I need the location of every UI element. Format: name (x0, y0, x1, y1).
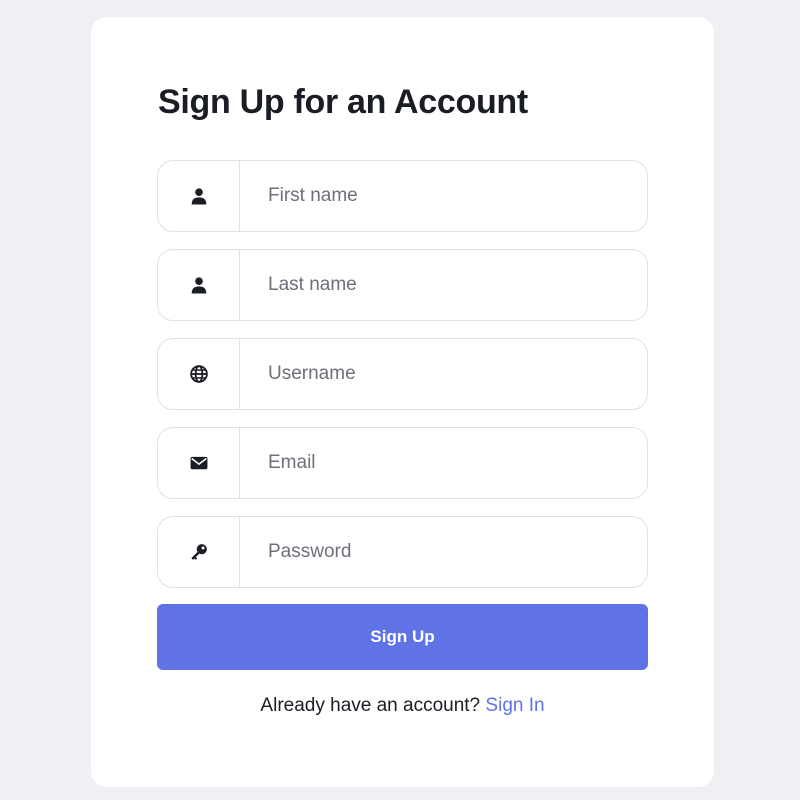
sign-up-button[interactable]: Sign Up (157, 604, 648, 670)
email-input[interactable] (240, 428, 647, 498)
first-name-input[interactable] (240, 161, 647, 231)
signin-prompt-text: Already have an account? (260, 695, 481, 716)
sign-in-link[interactable]: Sign In (485, 695, 544, 716)
last-name-field (157, 249, 648, 321)
key-icon (158, 517, 240, 587)
password-input[interactable] (240, 517, 647, 587)
first-name-field (157, 160, 648, 232)
signup-card: Sign Up for an Account First name Last n… (91, 17, 714, 787)
password-field (157, 516, 648, 588)
username-field (157, 338, 648, 410)
username-input[interactable] (240, 339, 647, 409)
user-icon (158, 161, 240, 231)
user-icon (158, 250, 240, 320)
signin-prompt: Already have an account? Sign In (91, 695, 714, 717)
email-field (157, 427, 648, 499)
last-name-input[interactable] (240, 250, 647, 320)
page-title: Sign Up for an Account (158, 83, 528, 121)
envelope-icon (158, 428, 240, 498)
globe-icon (158, 339, 240, 409)
